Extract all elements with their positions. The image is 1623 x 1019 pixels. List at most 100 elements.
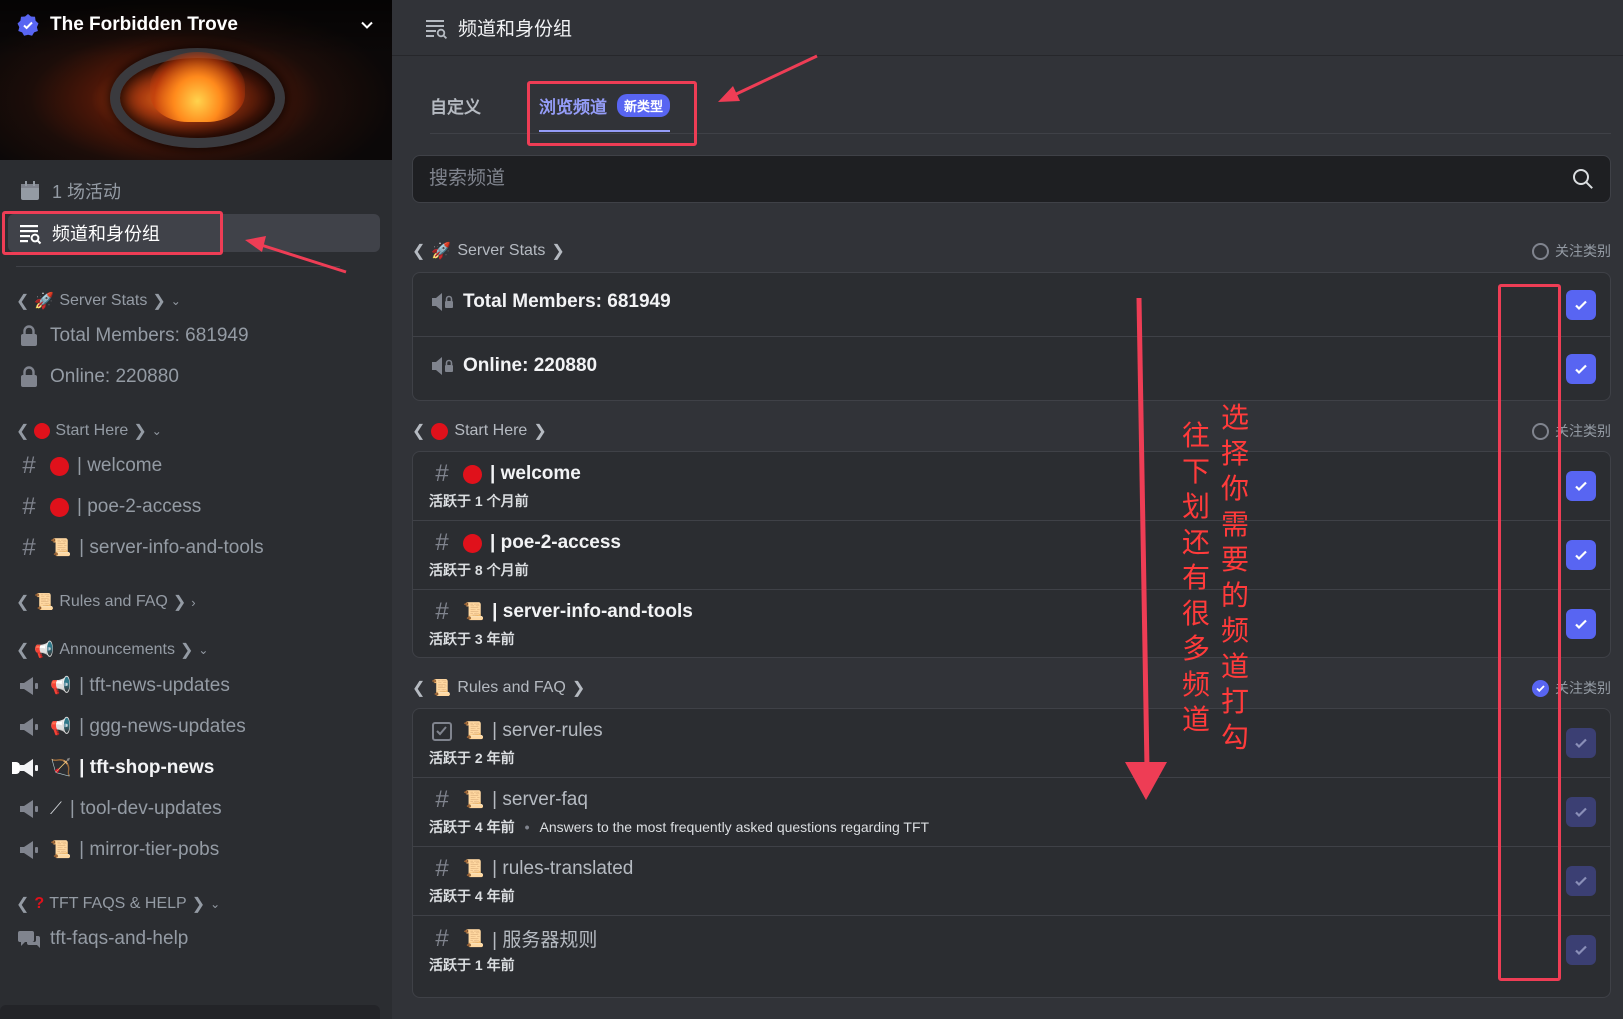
red-circle-icon	[34, 423, 51, 439]
category-header-rules-and-faq: ❮ 📜 Rules and FAQ ❯ 关注类别	[412, 678, 1611, 698]
chevron-down-icon: ⌄	[170, 294, 181, 308]
sidebar-channel[interactable]: 📜 | mirror-tier-pobs	[16, 833, 380, 867]
sidebar-channel[interactable]: Total Members: 681949	[16, 319, 380, 353]
scroll-icon: 📜	[463, 859, 485, 878]
channel-checkbox[interactable]	[1566, 540, 1596, 570]
channel-group-rules-and-faq: 📜 | server-rules 活跃于 2 年前 # 📜 | server-faq …	[412, 708, 1611, 998]
user-panel-edge	[0, 1005, 380, 1019]
hashtag-icon: #	[22, 534, 36, 561]
sidebar-events[interactable]: 1 场活动	[8, 172, 380, 210]
browse-list-icon	[18, 221, 42, 245]
sidebar-channel[interactable]: # | poe-2-access	[16, 490, 380, 524]
sidebar-channel[interactable]: Online: 220880	[16, 360, 380, 394]
browse-list-icon	[426, 19, 448, 39]
sidebar-channel[interactable]: # 📜 | server-info-and-tools	[16, 531, 380, 565]
unread-indicator	[12, 762, 20, 774]
sidebar-channel[interactable]: ⟋ | tool-dev-updates	[16, 792, 380, 826]
megaphone-icon: 📢	[50, 676, 72, 695]
channel-group-server-stats: Total Members: 681949 Online: 220880	[412, 272, 1611, 401]
chevron-down-icon: ⌄	[198, 643, 209, 657]
red-circle-icon	[463, 533, 482, 553]
channel-row[interactable]: # 📜 | server-info-and-tools 活跃于 3 年前	[413, 590, 1610, 657]
hashtag-icon: #	[22, 452, 36, 479]
server-header[interactable]: The Forbidden Trove	[16, 13, 376, 37]
channel-row[interactable]: # 📜 | 服务器规则 活跃于 1 年前	[413, 916, 1610, 985]
sidebar-category-announcements[interactable]: ❮ 📢 Announcements ❯ ⌄	[16, 640, 208, 660]
search-bar	[412, 155, 1611, 203]
sidebar-channel-unread[interactable]: 🏹 | tft-shop-news	[12, 751, 380, 785]
megaphone-icon: 📢	[34, 642, 55, 659]
rocket-icon: 🚀	[34, 293, 55, 310]
hashtag-icon: #	[435, 460, 449, 487]
new-badge: 新类型	[617, 94, 671, 117]
megaphone-icon: 📢	[50, 717, 72, 736]
scroll-icon: 📜	[431, 680, 452, 697]
channel-group-start-here: # | welcome 活跃于 1 个月前 # | poe-2-access 活跃于…	[412, 451, 1611, 658]
channel-row[interactable]: # | welcome 活跃于 1 个月前	[413, 452, 1610, 521]
page-title: 频道和身份组	[458, 19, 573, 40]
follow-category-toggle[interactable]: 关注类别	[1532, 678, 1611, 698]
follow-category-toggle[interactable]: 关注类别	[1532, 421, 1611, 441]
server-sidebar: The Forbidden Trove 1 场活动 频道和身份组 ❮ 🚀 Serv…	[0, 0, 392, 1019]
tab-customize[interactable]: 自定义	[430, 93, 481, 118]
channel-row[interactable]: 📜 | server-rules 活跃于 2 年前	[413, 709, 1610, 778]
hashtag-locked-icon: #	[435, 924, 449, 952]
sidebar-channel[interactable]: 📢 | ggg-news-updates	[16, 710, 380, 744]
scroll-icon: 📜	[50, 538, 72, 557]
hashtag-icon: #	[435, 598, 449, 625]
sidebar-category-server-stats[interactable]: ❮ 🚀 Server Stats ❯ ⌄	[16, 291, 181, 311]
lock-icon	[16, 325, 42, 347]
scroll-icon: 📜	[463, 602, 485, 621]
red-circle-icon	[463, 464, 482, 484]
hashtag-icon: #	[435, 855, 449, 882]
scroll-icon: 📜	[463, 928, 485, 948]
channels-and-roles-page: 频道和身份组 自定义 浏览频道 新类型 ❮🚀Server Stats❯ 关注类别…	[392, 0, 1623, 1019]
follow-radio[interactable]	[1532, 242, 1549, 260]
sidebar-channel[interactable]: 📢 | tft-news-updates	[16, 669, 380, 703]
hashtag-icon: #	[435, 786, 449, 813]
sidebar-category-start-here[interactable]: ❮ Start Here ❯ ⌄	[16, 421, 162, 441]
sidebar-channels-and-roles[interactable]: 频道和身份组	[8, 214, 380, 252]
chevron-down-icon: ⌄	[210, 897, 221, 911]
verified-server-badge-icon	[17, 14, 39, 36]
scroll-icon: 📜	[463, 721, 485, 740]
tab-browse-channels[interactable]: 浏览频道 新类型	[539, 93, 671, 132]
follow-category-toggle[interactable]: 关注类别	[1532, 241, 1611, 261]
tab-bar: 自定义 浏览频道 新类型	[430, 80, 1611, 134]
voice-locked-icon	[429, 289, 455, 315]
channel-row[interactable]: Total Members: 681949	[413, 273, 1610, 337]
channel-description: Answers to the most frequently asked que…	[539, 819, 930, 835]
channel-checkbox[interactable]	[1566, 609, 1596, 639]
sidebar-category-tft-faqs-help[interactable]: ❮? TFT FAQS & HELP ❯ ⌄	[16, 894, 220, 914]
channel-checkbox[interactable]	[1566, 354, 1596, 384]
scroll-icon: 📜	[34, 594, 55, 611]
channel-checkbox-disabled	[1566, 935, 1596, 965]
follow-radio-checked[interactable]	[1532, 679, 1549, 697]
channel-row[interactable]: # | poe-2-access 活跃于 8 个月前	[413, 521, 1610, 590]
server-banner: The Forbidden Trove	[0, 0, 392, 160]
channel-checkbox[interactable]	[1566, 471, 1596, 501]
voice-locked-icon	[429, 353, 455, 379]
sidebar-category-rules-and-faq[interactable]: ❮ 📜 Rules and FAQ ❯ ›	[16, 592, 196, 612]
sidebar-channel[interactable]: # | welcome	[16, 449, 380, 483]
search-input[interactable]	[429, 168, 1572, 190]
channel-row[interactable]: # 📜 | server-faq 活跃于 4 年前 • Answers to the m…	[413, 778, 1610, 847]
annotation-note-scroll: 往下划还有很多频道	[1181, 419, 1210, 736]
channel-checkbox[interactable]	[1566, 290, 1596, 320]
chevron-down-icon[interactable]	[358, 16, 376, 34]
search-icon[interactable]	[1572, 168, 1594, 190]
question-mark-icon: ?	[34, 895, 45, 912]
wand-icon: ⟋	[50, 799, 62, 818]
scroll-icon: 📜	[50, 840, 72, 859]
category-header-start-here: ❮ Start Here ❯ 关注类别	[412, 421, 1611, 441]
bow-and-arrow-icon: 🏹	[50, 758, 72, 777]
sidebar-channel[interactable]: tft-faqs-and-help	[16, 922, 380, 956]
channel-row[interactable]: # 📜 | rules-translated 活跃于 4 年前	[413, 847, 1610, 916]
page-header: 频道和身份组	[392, 0, 1623, 56]
follow-radio[interactable]	[1532, 422, 1549, 440]
channel-row[interactable]: Online: 220880	[413, 337, 1610, 400]
channel-checkbox-disabled	[1566, 866, 1596, 896]
red-circle-icon	[50, 456, 69, 476]
annotation-note-select: 选择你需要的频道打勾	[1220, 401, 1249, 754]
rocket-icon: 🚀	[431, 243, 452, 260]
